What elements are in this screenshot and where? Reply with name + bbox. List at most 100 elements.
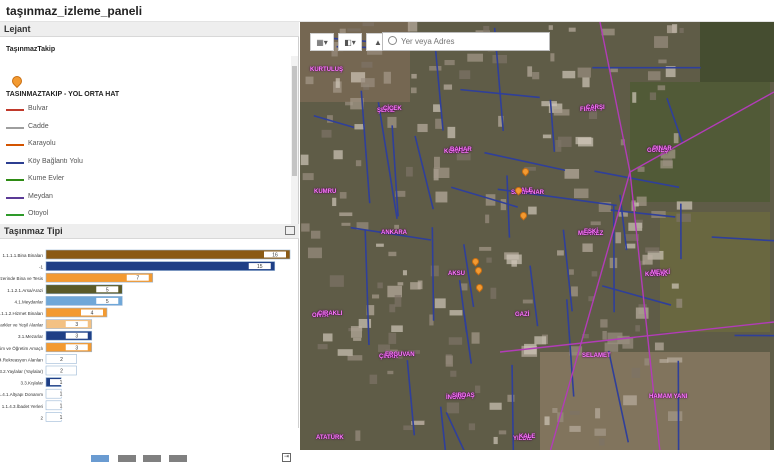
value-label: 3 [75, 345, 78, 351]
map-building [654, 36, 668, 48]
map-building [636, 308, 649, 319]
legend-line-icon [6, 127, 24, 129]
map-building [527, 66, 532, 76]
scrollbar-thumb[interactable] [292, 66, 297, 176]
legend-line-icon [6, 109, 24, 111]
address-search[interactable] [382, 32, 550, 51]
legend-item: Kume Evler [6, 174, 286, 186]
map-building [485, 215, 489, 224]
value-label: 1 [60, 415, 63, 421]
page-dot-1[interactable] [91, 455, 109, 462]
map-building [582, 243, 592, 251]
map-street-label: ERGUVAN [385, 352, 415, 358]
map-building [377, 283, 382, 289]
search-input[interactable] [401, 35, 546, 48]
map-building [356, 160, 361, 166]
map-building [642, 255, 652, 265]
map-building [387, 371, 393, 374]
value-label: 2 [60, 357, 63, 363]
value-label: 16 [272, 253, 278, 259]
map-building [467, 54, 483, 62]
map-building [676, 214, 690, 222]
pagination-footer: ⇥ [0, 428, 299, 472]
map-building [650, 92, 656, 100]
map-building [672, 284, 679, 289]
map-building [406, 167, 413, 177]
map-building [676, 299, 682, 308]
map-building [388, 333, 396, 344]
legend-item-label: Meydan [28, 193, 53, 200]
map-building [398, 282, 404, 285]
map-building [479, 247, 491, 251]
map-building [435, 192, 447, 203]
basemap-gallery-button[interactable]: ▦▾ [310, 33, 334, 51]
map-building [668, 411, 682, 421]
page-dot-4[interactable] [169, 455, 187, 462]
page-dot-3[interactable] [143, 455, 161, 462]
value-label: 1 [60, 403, 63, 409]
map-building [677, 201, 692, 209]
map-building [645, 247, 659, 252]
map-building [595, 408, 600, 418]
map-building [557, 250, 564, 255]
map-building [576, 137, 592, 144]
legend-item: Otoyol [6, 209, 286, 221]
map-street-label: ÇİÇEK [383, 106, 402, 112]
bar[interactable] [46, 262, 275, 271]
map-building [501, 199, 506, 210]
map-building [434, 168, 450, 178]
map-building [433, 104, 441, 112]
map-building [336, 78, 340, 88]
map-building [410, 282, 421, 289]
category-label: 1.1.1.2.Hizmet Binaları [0, 311, 43, 316]
map-building [570, 411, 580, 415]
left-panel: Lejant TaşınmazTakip TASINMAZTAKIP - YOL… [0, 22, 299, 450]
map-building [318, 344, 328, 349]
map-building [330, 275, 344, 287]
expand-icon[interactable] [285, 226, 295, 235]
map-building [667, 357, 682, 362]
value-label: 5 [106, 287, 109, 293]
map-street-label: KURTULUŞ [310, 67, 343, 73]
map-building [389, 304, 395, 312]
map-building [574, 189, 588, 199]
export-icon[interactable]: ⇥ [282, 453, 291, 462]
map-building [550, 53, 554, 61]
legend-scrollbar[interactable]: ▼ [291, 56, 298, 224]
property-pin-icon [10, 74, 24, 88]
bar-chart: 1.1.1.1.Bina Binaları16-1152.1.Üzerinde … [0, 248, 299, 428]
value-label: 15 [257, 264, 263, 270]
layer-list-button[interactable]: ◧▾ [338, 33, 362, 51]
map-street-label: ANKARA [381, 230, 407, 236]
map-building [594, 429, 605, 436]
map-building [363, 22, 374, 26]
map-building [492, 55, 507, 63]
map-building [490, 288, 496, 299]
map-building [679, 28, 683, 33]
legend-item-label: Kume Evler [28, 175, 64, 182]
bar[interactable] [46, 250, 290, 259]
map-building [435, 298, 446, 308]
category-label: 3.1.Mezarlar [18, 334, 44, 339]
map-building [370, 375, 378, 384]
map-building [569, 28, 576, 32]
map-building [341, 223, 350, 226]
map-building [486, 258, 491, 263]
map-view[interactable]: ▦▾ ◧▾ ▲ KURTULUŞŞEKİZKÖRFEZSARIPINARMERK… [300, 22, 774, 450]
legend-section-point: TaşınmazTakip [6, 46, 55, 53]
map-building [648, 71, 661, 80]
map-building [599, 438, 604, 445]
map-canvas[interactable] [300, 22, 774, 450]
value-label: 2 [60, 369, 63, 375]
value-label: 7 [136, 276, 139, 282]
legend-line-icon [6, 179, 24, 181]
map-building [351, 326, 362, 338]
map-building [408, 22, 417, 32]
map-street-label: ATATÜRK [316, 435, 344, 441]
map-building [632, 92, 636, 103]
map-building [507, 254, 522, 264]
map-street-label: KALE [519, 434, 535, 440]
map-building [655, 343, 664, 351]
legend-item: Köy Bağlantı Yolu [6, 157, 286, 169]
page-dot-2[interactable] [118, 455, 136, 462]
